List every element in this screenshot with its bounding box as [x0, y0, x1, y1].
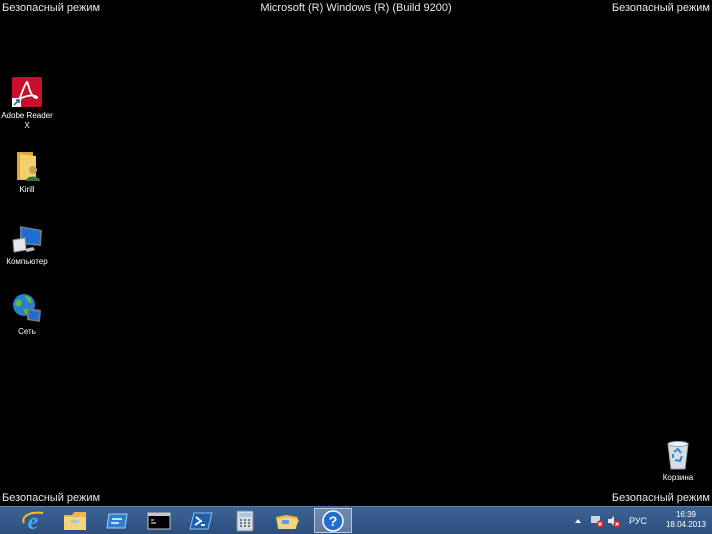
calculator-icon [236, 510, 254, 531]
taskbar: e ? РУС 16:39 18.04.2013 [0, 506, 712, 534]
taskbar-command-prompt[interactable] [140, 508, 178, 533]
network-icon [13, 294, 41, 322]
desktop-icon-label: Компьютер [6, 257, 48, 266]
desktop-icon-kirill[interactable]: Kirill [0, 150, 55, 195]
taskbar-file-explorer[interactable] [56, 508, 94, 533]
build-info: Microsoft (R) Windows (R) (Build 9200) [260, 2, 452, 14]
desktop-icon-recycle-bin[interactable]: Корзина [650, 438, 706, 483]
chevron-up-icon [575, 518, 581, 523]
folder-icon [276, 514, 299, 529]
desktop-icon-label: Adobe Reader X [1, 111, 53, 130]
taskbar-server-manager[interactable] [98, 508, 136, 533]
taskbar-calculator[interactable] [226, 508, 264, 533]
clock-date: 18.04.2013 [665, 520, 706, 529]
desktop-icon-computer[interactable]: Компьютер [0, 222, 55, 267]
server-manager-icon [106, 513, 128, 528]
taskbar-folder[interactable] [268, 508, 306, 533]
file-explorer-icon [64, 511, 86, 530]
desktop-icon-label: Сеть [18, 327, 36, 336]
taskbar-powershell[interactable] [182, 508, 220, 533]
tray-volume[interactable] [607, 507, 621, 534]
taskbar-help[interactable]: ? [314, 508, 352, 533]
tray-show-hidden-icons[interactable] [574, 507, 582, 534]
network-error-icon [591, 515, 604, 527]
safe-mode-label-bottom-right: Безопасный режим [611, 492, 710, 504]
volume-muted-icon [608, 515, 621, 527]
desktop-icon-network[interactable]: Сеть [0, 292, 55, 337]
help-icon: ? [322, 509, 344, 532]
tray-language[interactable]: РУС [629, 507, 647, 534]
taskbar-internet-explorer[interactable]: e [14, 508, 52, 533]
powershell-icon [189, 512, 213, 529]
desktop-icon-label: Корзина [662, 473, 694, 482]
user-folder-icon [17, 152, 40, 181]
desktop-icon-adobe-reader[interactable]: Adobe Reader X [0, 76, 55, 131]
recycle-bin-icon [667, 441, 689, 470]
svg-text:?: ? [329, 513, 338, 529]
safe-mode-label-top-right: Безопасный режим [611, 2, 710, 14]
computer-icon [12, 226, 42, 253]
command-prompt-icon [147, 512, 171, 529]
tray-clock[interactable]: 16:39 18.04.2013 [666, 510, 706, 530]
adobe-reader-icon [12, 77, 42, 107]
tray-network-status[interactable] [590, 507, 604, 534]
internet-explorer-icon: e [22, 509, 44, 533]
desktop-icon-label: Kirill [19, 185, 35, 194]
safe-mode-label-bottom-left: Безопасный режим [2, 492, 101, 504]
clock-time: 16:39 [675, 510, 696, 519]
